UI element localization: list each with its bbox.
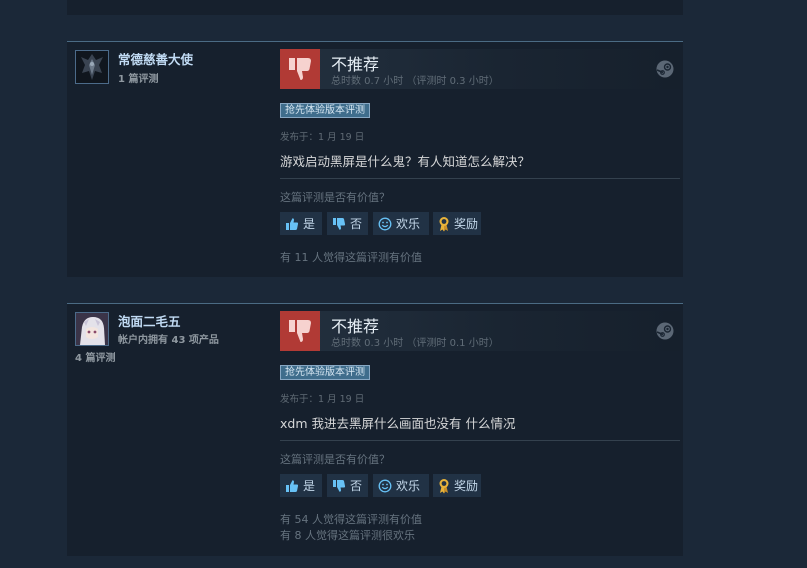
review-verdict-bar[interactable]: 不推荐 总时数 0.3 小时 （评测时 0.1 小时） xyxy=(280,311,680,351)
author-review-count[interactable]: 4 篇评测 xyxy=(75,349,115,364)
award-label: 奖励 xyxy=(454,479,479,493)
thumbs-up-icon xyxy=(285,479,299,493)
author-name[interactable]: 常德慈善大使 xyxy=(118,49,193,68)
vote-funny-label: 欢乐 xyxy=(396,217,421,231)
early-access-badge: 抢先体验版本评测 xyxy=(280,365,370,380)
author-avatar[interactable] xyxy=(75,50,109,84)
smiley-icon xyxy=(378,479,392,493)
award-button[interactable]: 奖励 xyxy=(433,474,481,497)
steam-logo-icon xyxy=(656,60,674,82)
playtime: 总时数 0.3 小时 （评测时 0.1 小时） xyxy=(331,338,499,349)
vote-funny-label: 欢乐 xyxy=(396,479,421,493)
author-review-count[interactable]: 1 篇评测 xyxy=(118,70,158,85)
review-text: 游戏启动黑屏是什么鬼？有人知道怎么解决？ xyxy=(280,154,531,169)
vote-yes-label: 是 xyxy=(303,217,316,231)
playtime: 总时数 0.7 小时 （评测时 0.3 小时） xyxy=(331,76,499,87)
award-button[interactable]: 奖励 xyxy=(433,212,481,235)
previous-review-card xyxy=(67,0,683,15)
review-verdict-bar[interactable]: 不推荐 总时数 0.7 小时 （评测时 0.3 小时） xyxy=(280,49,680,89)
vote-no-button[interactable]: 否 xyxy=(327,212,368,235)
vote-funny-button[interactable]: 欢乐 xyxy=(373,474,429,497)
posted-date: 发布于：1 月 19 日 xyxy=(280,132,365,143)
review-card: 常德慈善大使 1 篇评测 不推荐 总时数 0.7 小时 （评测时 0.3 小时） xyxy=(67,41,683,277)
vote-yes-button[interactable]: 是 xyxy=(280,474,322,497)
thumbs-down-icon xyxy=(332,217,346,231)
vote-no-label: 否 xyxy=(350,217,363,231)
steam-logo-icon xyxy=(656,322,674,344)
thumbs-down-icon xyxy=(280,49,320,89)
review-page: 常德慈善大使 1 篇评测 不推荐 总时数 0.7 小时 （评测时 0.3 小时） xyxy=(0,0,807,568)
award-ribbon-icon xyxy=(438,478,450,494)
review-card: 泡面二毛五 帐户内拥有 43 项产品 4 篇评测 不推荐 总时数 0.3 小时 … xyxy=(67,303,683,556)
vote-no-button[interactable]: 否 xyxy=(327,474,368,497)
divider xyxy=(280,178,680,179)
funny-count: 有 8 人觉得这篇评测很欢乐 xyxy=(280,529,415,542)
posted-date: 发布于：1 月 19 日 xyxy=(280,394,365,405)
helpful-count: 有 54 人觉得这篇评测有价值 xyxy=(280,513,422,526)
thumbs-up-icon xyxy=(285,217,299,231)
helpful-count: 有 11 人觉得这篇评测有价值 xyxy=(280,251,422,264)
thumbs-down-icon xyxy=(280,311,320,351)
review-text: xdm 我进去黑屏什么画面也没有 什么情况 xyxy=(280,416,516,431)
author-avatar[interactable] xyxy=(75,312,109,346)
vote-yes-label: 是 xyxy=(303,479,316,493)
helpful-question: 这篇评测是否有价值？ xyxy=(280,453,390,466)
vote-no-label: 否 xyxy=(350,479,363,493)
award-ribbon-icon xyxy=(438,216,450,232)
thumbs-down-icon xyxy=(332,479,346,493)
divider xyxy=(280,440,680,441)
author-name[interactable]: 泡面二毛五 xyxy=(118,311,181,330)
award-label: 奖励 xyxy=(454,217,479,231)
vote-funny-button[interactable]: 欢乐 xyxy=(373,212,429,235)
vote-yes-button[interactable]: 是 xyxy=(280,212,322,235)
helpful-question: 这篇评测是否有价值？ xyxy=(280,191,390,204)
early-access-badge: 抢先体验版本评测 xyxy=(280,103,370,118)
author-products-owned[interactable]: 帐户内拥有 43 项产品 xyxy=(118,331,219,346)
smiley-icon xyxy=(378,217,392,231)
